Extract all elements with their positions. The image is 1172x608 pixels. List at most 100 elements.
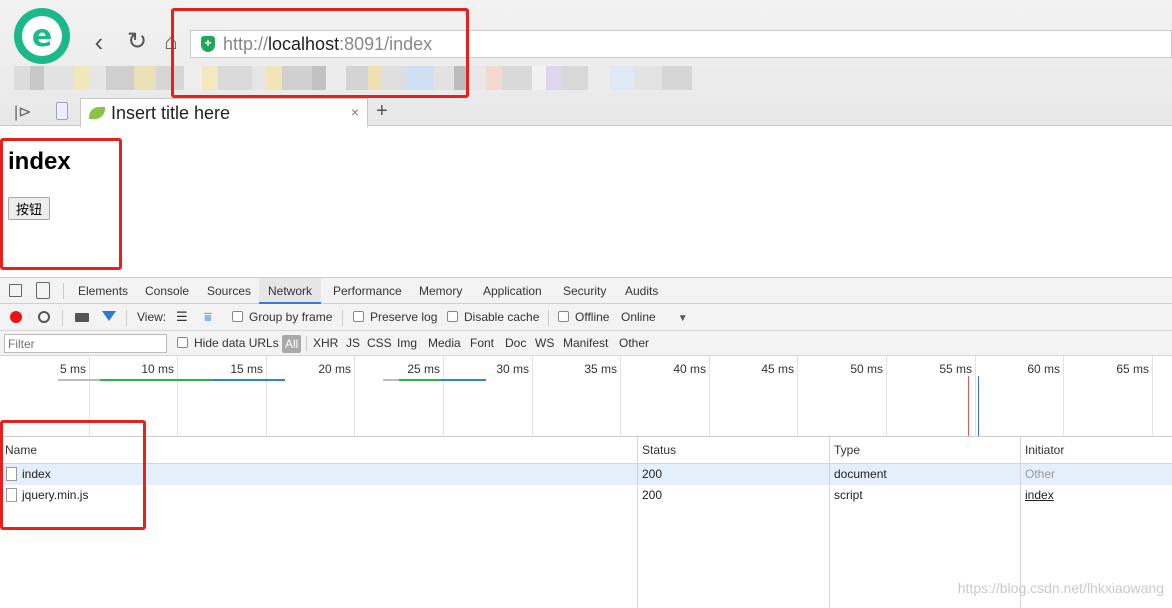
hide-data-urls-checkbox[interactable]: Hide data URLs [177,331,279,356]
column-divider[interactable] [637,437,638,608]
devtools-tab-bar: Elements Console Sources Network Perform… [0,277,1172,304]
filter-type-manifest[interactable]: Manifest [563,331,608,356]
timeline-gridline [620,356,621,437]
timeline-request-bar [399,379,441,381]
request-status: 200 [642,467,663,481]
request-type: script [834,488,863,502]
request-type: document [834,467,887,481]
bookmarks-bar-blurred [14,66,934,90]
filter-type-css[interactable]: CSS [367,331,392,356]
device-toolbar-icon[interactable] [36,282,50,299]
timeline-event-marker [978,376,979,436]
separator [342,310,343,326]
chevron-down-icon: ▼ [677,313,688,324]
disable-cache-label: Disable cache [464,310,540,324]
throttling-select[interactable]: Online ▼ [621,304,688,330]
timeline-tick-label: 10 ms [141,362,174,376]
reload-icon[interactable]: ↻ [124,28,150,56]
filter-funnel-icon[interactable] [102,311,116,321]
close-tab-icon[interactable]: × [351,104,359,120]
offline-checkbox[interactable]: Offline [558,304,609,330]
timeline-gridline [1152,356,1153,437]
timeline-request-bar [58,379,100,381]
tab-performance[interactable]: Performance [333,278,402,304]
preserve-log-checkbox[interactable]: Preserve log [353,304,437,330]
filter-type-js[interactable]: JS [346,331,360,356]
group-by-frame-checkbox[interactable]: Group by frame [232,304,332,330]
timeline-tick-label: 50 ms [850,362,883,376]
filter-type-all[interactable]: All [282,335,302,353]
separator [126,310,127,326]
screenshot-camera-icon[interactable] [75,313,89,322]
timeline-tick-label: 15 ms [230,362,263,376]
timeline-tick-label: 55 ms [939,362,972,376]
timeline-tick-label: 25 ms [407,362,440,376]
timeline-tick-label: 5 ms [59,362,86,376]
column-header-status[interactable]: Status [637,437,676,464]
tab-application[interactable]: Application [483,278,542,304]
table-row[interactable]: index 200 document Other [0,464,1172,485]
inspect-element-icon[interactable] [9,284,22,297]
tab-console[interactable]: Console [145,278,189,304]
network-overview-timeline[interactable]: 5 ms 10 ms 15 ms 20 ms 25 ms 30 ms 35 ms 40 ms 4… [0,356,1172,437]
request-status: 200 [642,488,663,502]
filter-type-ws[interactable]: WS [535,331,554,356]
timeline-gridline [975,356,976,437]
separator [62,310,63,326]
timeline-event-marker [968,376,969,436]
large-rows-icon[interactable]: ☰ [176,304,188,330]
timeline-tick-label: 65 ms [1116,362,1149,376]
tab-audits[interactable]: Audits [625,278,658,304]
tab-security[interactable]: Security [563,278,606,304]
filter-type-img[interactable]: Img [397,331,417,356]
timeline-request-bar [212,379,285,381]
waterfall-view-icon[interactable]: ⩸ [204,304,212,330]
timeline-gridline [354,356,355,437]
new-tab-icon[interactable]: + [376,100,388,123]
filter-type-media[interactable]: Media [428,331,461,356]
timeline-tick-label: 20 ms [318,362,351,376]
table-row[interactable]: jquery.min.js 200 script index [0,485,1172,506]
filter-input[interactable] [4,334,167,353]
timeline-tick-label: 35 ms [584,362,617,376]
mobile-icon[interactable] [56,102,68,120]
hide-data-urls-label: Hide data URLs [194,336,279,350]
tab-sources[interactable]: Sources [207,278,251,304]
filter-type-doc[interactable]: Doc [505,331,526,356]
column-header-type[interactable]: Type [829,437,860,464]
timeline-request-bar [100,379,212,381]
disable-cache-checkbox[interactable]: Disable cache [447,304,539,330]
timeline-gridline [443,356,444,437]
column-header-initiator[interactable]: Initiator [1020,437,1064,464]
timeline-gridline [532,356,533,437]
filter-type-other[interactable]: Other [619,331,649,356]
watermark-text: https://blog.csdn.net/lhkxiaowang [957,580,1164,596]
record-icon[interactable] [10,311,22,323]
filter-bar: Hide data URLs All XHR JS CSS Img Media … [0,331,1172,356]
separator [306,336,307,351]
browser-tab[interactable]: Insert title here × [80,98,368,127]
annotation-box-address [171,8,469,98]
annotation-box-requests [0,420,146,530]
timeline-tick-label: 40 ms [673,362,706,376]
separator [548,310,549,326]
back-icon[interactable]: ‹ [86,28,112,56]
timeline-gridline [886,356,887,437]
filter-type-xhr[interactable]: XHR [313,331,338,356]
sidebar-toggle-icon[interactable]: |⊳ [14,102,32,122]
leaf-icon [89,107,105,119]
tab-elements[interactable]: Elements [78,278,128,304]
group-by-frame-label: Group by frame [249,310,333,324]
column-divider[interactable] [829,437,830,608]
timeline-gridline [709,356,710,437]
tab-network[interactable]: Network [259,278,322,304]
timeline-request-bar [383,379,399,381]
clear-icon[interactable] [38,311,50,323]
tab-memory[interactable]: Memory [419,278,462,304]
offline-label: Offline [575,310,610,324]
filter-type-font[interactable]: Font [470,331,494,356]
timeline-gridline [1063,356,1064,437]
timeline-tick-label: 45 ms [761,362,794,376]
request-initiator-link[interactable]: index [1021,485,1054,506]
annotation-box-page [0,138,122,270]
